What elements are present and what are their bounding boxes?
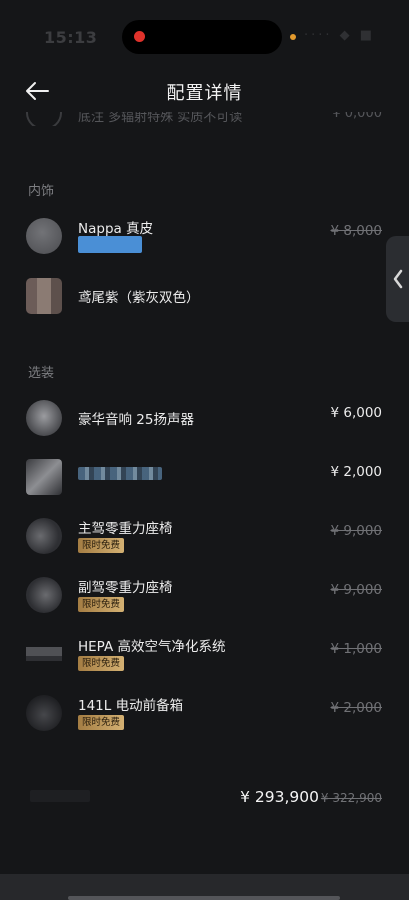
option-item-obscured[interactable]: ¥ 2,000 bbox=[0, 455, 409, 505]
item-name: 底注 多辐射特殊 实质不可读 bbox=[78, 112, 243, 125]
item-price: ¥ 9,000 bbox=[330, 582, 382, 598]
item-price: ¥ 2,000 bbox=[330, 700, 382, 716]
option-thumbnail bbox=[26, 459, 62, 495]
item-name: 鸢尾紫（紫灰双色） bbox=[78, 290, 200, 306]
top-navigation: 配置详情 bbox=[0, 68, 409, 114]
original-total-price: ¥ 322,900 bbox=[320, 791, 382, 805]
item-price: ¥ 0,000 bbox=[332, 112, 382, 121]
seat-thumbnail bbox=[26, 577, 62, 613]
dynamic-island bbox=[122, 20, 282, 54]
option-item-driver-seat[interactable]: 主驾零重力座椅 限时免费 ¥ 9,000 bbox=[0, 514, 409, 564]
seat-thumbnail bbox=[26, 518, 62, 554]
config-detail-list[interactable]: 底注 多辐射特殊 实质不可读 ¥ 0,000 内饰 Nappa 真皮 ¥ 8,0… bbox=[0, 112, 409, 832]
option-item-audio[interactable]: 豪华音响 25扬声器 ¥ 6,000 bbox=[0, 396, 409, 446]
item-price: ¥ 1,000 bbox=[330, 641, 382, 657]
total-price-row: ¥ 293,900 ¥ 322,900 bbox=[0, 788, 409, 810]
privacy-indicator-icon bbox=[290, 34, 296, 40]
free-badge: 限时免费 bbox=[78, 715, 125, 730]
home-indicator[interactable] bbox=[68, 896, 340, 900]
side-panel-tab[interactable] bbox=[386, 236, 409, 322]
bottom-bar bbox=[0, 874, 409, 900]
item-name: Nappa 真皮 bbox=[78, 221, 154, 237]
item-thumbnail bbox=[26, 112, 62, 126]
item-price: ¥ 9,000 bbox=[330, 523, 382, 539]
section-title-options: 选装 bbox=[28, 366, 55, 381]
total-label-obscured bbox=[30, 790, 90, 802]
air-purifier-thumbnail bbox=[26, 636, 62, 672]
system-status-icons: ···· ◆ ■ bbox=[304, 28, 376, 43]
option-item-hepa[interactable]: HEPA 高效空气净化系统 限时免费 ¥ 1,000 bbox=[0, 632, 409, 682]
list-item-partial[interactable]: 底注 多辐射特殊 实质不可读 ¥ 0,000 bbox=[26, 112, 386, 126]
selection-tag bbox=[78, 236, 142, 253]
free-badge: 限时免费 bbox=[78, 597, 125, 612]
item-price: ¥ 6,000 bbox=[330, 405, 382, 421]
item-price: ¥ 2,000 bbox=[330, 464, 382, 480]
status-bar: 15:13 ···· ◆ ■ bbox=[0, 0, 409, 62]
free-badge: 限时免费 bbox=[78, 538, 125, 553]
interior-item-leather[interactable]: Nappa 真皮 ¥ 8,000 bbox=[0, 214, 409, 264]
item-name: 豪华音响 25扬声器 bbox=[78, 412, 194, 428]
option-item-passenger-seat[interactable]: 副驾零重力座椅 限时免费 ¥ 9,000 bbox=[0, 573, 409, 623]
item-price: ¥ 8,000 bbox=[330, 223, 382, 239]
item-name: 141L 电动前备箱 bbox=[78, 698, 184, 714]
frunk-thumbnail bbox=[26, 695, 62, 731]
total-price: ¥ 293,900 bbox=[240, 788, 319, 806]
obscured-item-name bbox=[78, 467, 162, 480]
interior-item-color[interactable]: 鸢尾紫（紫灰双色） bbox=[0, 274, 409, 324]
chevron-left-icon bbox=[393, 269, 403, 289]
speaker-thumbnail bbox=[26, 400, 62, 436]
recording-indicator-icon bbox=[134, 31, 145, 42]
item-name: 副驾零重力座椅 bbox=[78, 580, 173, 596]
leather-thumbnail bbox=[26, 218, 62, 254]
free-badge: 限时免费 bbox=[78, 656, 125, 671]
item-name: 主驾零重力座椅 bbox=[78, 521, 173, 537]
page-title: 配置详情 bbox=[166, 83, 243, 104]
section-title-interior: 内饰 bbox=[28, 184, 55, 199]
status-time: 15:13 bbox=[44, 28, 98, 47]
color-swatch-thumbnail bbox=[26, 278, 62, 314]
option-item-frunk[interactable]: 141L 电动前备箱 限时免费 ¥ 2,000 bbox=[0, 691, 409, 741]
item-name: HEPA 高效空气净化系统 bbox=[78, 639, 226, 655]
